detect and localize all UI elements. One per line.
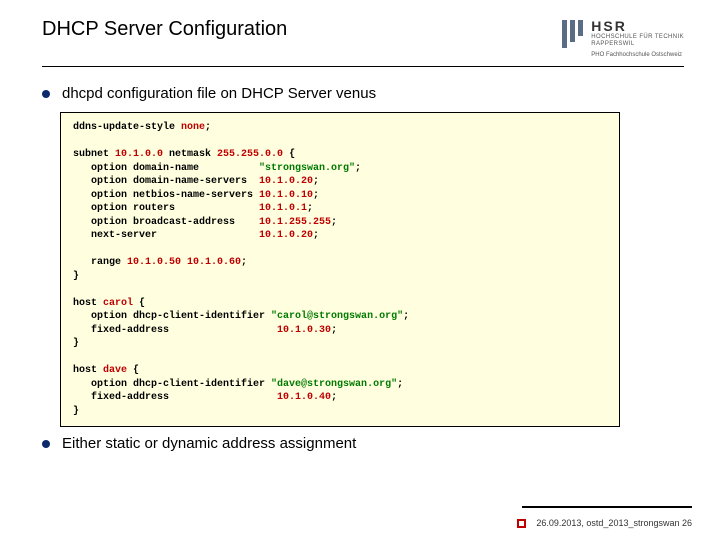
bullet-row-1: dhcpd configuration file on DHCP Server … — [60, 85, 684, 102]
footer-logo-icon — [517, 519, 526, 528]
hsr-logo: HSR HOCHSCHULE FÜR TECHNIK RAPPERSWIL PH… — [562, 18, 684, 58]
bullet-2-text: Either static or dynamic address assignm… — [62, 435, 356, 452]
bullet-icon — [42, 440, 50, 448]
logo-line2: RAPPERSWIL — [591, 41, 684, 48]
bullet-icon — [42, 90, 50, 98]
logo-text: HSR HOCHSCHULE FÜR TECHNIK RAPPERSWIL PH… — [591, 18, 684, 58]
footer-text: 26.09.2013, ostd_2013_strongswan 26 — [536, 518, 692, 528]
logo-line1: HOCHSCHULE FÜR TECHNIK — [591, 34, 684, 41]
slide-header: DHCP Server Configuration HSR HOCHSCHULE… — [0, 0, 720, 66]
slide-content: dhcpd configuration file on DHCP Server … — [0, 67, 720, 452]
logo-pho: PHO Fachhochschule Ostschweiz — [591, 52, 684, 58]
dhcpd-config-code: ddns-update-style none; subnet 10.1.0.0 … — [60, 112, 620, 427]
logo-abbr: HSR — [591, 18, 684, 34]
slide-footer: 26.09.2013, ostd_2013_strongswan 26 — [517, 506, 692, 528]
logo-bars-icon — [562, 18, 583, 48]
footer-divider — [522, 506, 692, 508]
footer-row: 26.09.2013, ostd_2013_strongswan 26 — [517, 518, 692, 528]
page-title: DHCP Server Configuration — [42, 18, 287, 41]
bullet-row-2: Either static or dynamic address assignm… — [60, 435, 684, 452]
bullet-1-text: dhcpd configuration file on DHCP Server … — [62, 85, 376, 102]
